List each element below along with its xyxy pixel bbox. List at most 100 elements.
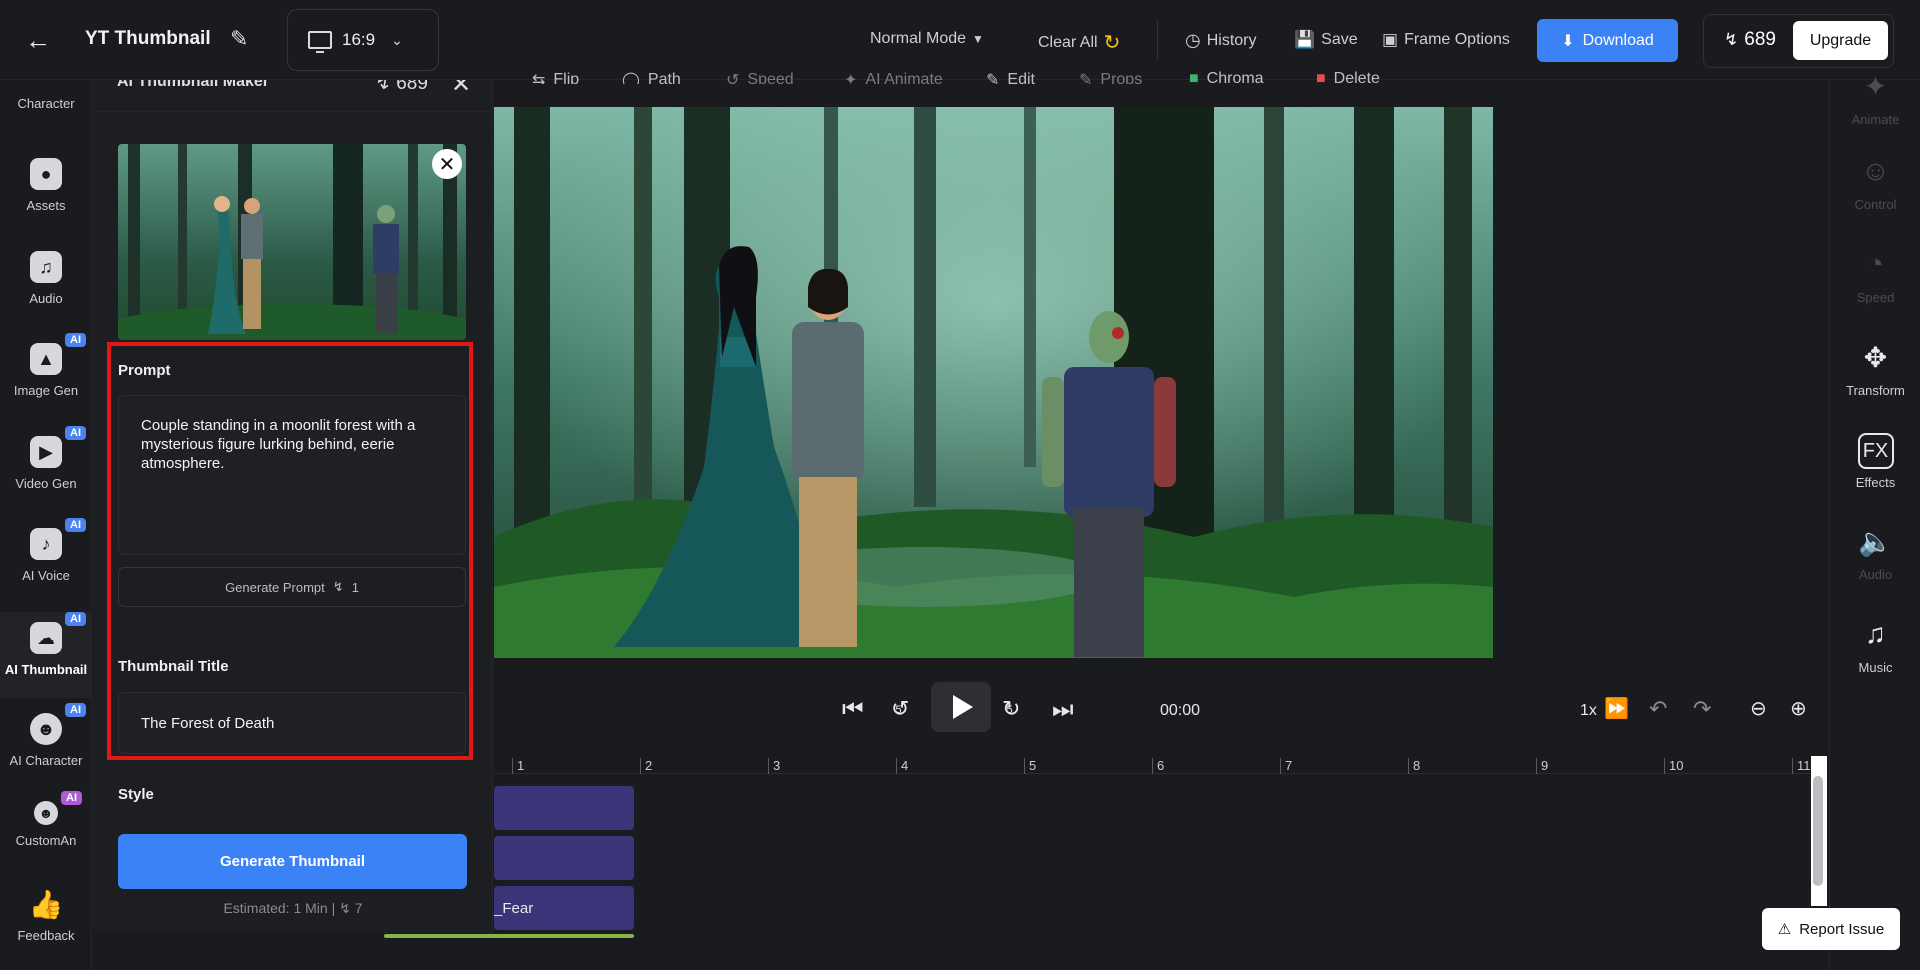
upgrade-button[interactable]: Upgrade: [1793, 21, 1888, 60]
music-icon: ♫: [1865, 618, 1886, 649]
sidebar-item-audio[interactable]: ♫ Audio: [0, 251, 92, 331]
ai-character-icon: ☻ AI: [30, 703, 86, 745]
sidebar-item-assets[interactable]: ● Assets: [0, 158, 92, 238]
sidebar-item-ai-thumbnail[interactable]: ☁ AI AI Thumbnail: [0, 612, 92, 698]
report-issue-button[interactable]: ⚠ Report Issue: [1762, 908, 1900, 950]
mode-select[interactable]: Normal Mode ▼: [870, 30, 984, 48]
timeline: 1 2 3 4 5 6 7 8 9 10 11 _Fear: [384, 752, 1829, 970]
estimate-label: Estimated: 1 Min: [223, 900, 328, 916]
ai-animate-button[interactable]: ✦ AI Animate: [844, 70, 943, 84]
save-button[interactable]: 💾 Save: [1294, 30, 1358, 50]
path-button[interactable]: ◯ Path: [622, 70, 681, 84]
music-tool[interactable]: ♫ Music: [1830, 618, 1920, 675]
style-label: Style: [118, 786, 154, 803]
edit-pencil-icon[interactable]: ✎: [230, 26, 248, 52]
playback-speed[interactable]: 1x: [1580, 702, 1597, 720]
sidebar-item-feedback[interactable]: 👍 Feedback: [0, 888, 92, 968]
delete-button[interactable]: ■ Delete: [1316, 70, 1380, 84]
divider: | ↯: [331, 900, 355, 916]
sidebar-item-ai-voice[interactable]: ♪ AI AI Voice: [0, 518, 92, 608]
sidebar-item-label: AI Thumbnail: [4, 662, 88, 677]
flip-button[interactable]: ⇆ Flip: [532, 70, 579, 84]
lightning-icon: ↯: [332, 579, 344, 594]
prompt-textarea[interactable]: Couple standing in a moonlit forest with…: [118, 395, 466, 555]
close-icon[interactable]: ✕: [451, 80, 471, 99]
clear-all-button[interactable]: Clear All ↻: [1038, 30, 1120, 55]
rewind-5-button[interactable]: ↺5: [891, 696, 909, 722]
chroma-button[interactable]: ■ Chroma: [1189, 70, 1264, 84]
assets-icon: ●: [30, 158, 62, 190]
music-note-icon: ♫: [30, 251, 62, 283]
forward-5-button[interactable]: ↻5: [1002, 696, 1020, 722]
monitor-icon: [308, 31, 332, 53]
timeline-scroll-thumb[interactable]: [1813, 776, 1823, 886]
control-tool[interactable]: ☺ Control: [1830, 155, 1920, 212]
tick-label: 5: [1024, 758, 1036, 774]
thumbnail-title-input[interactable]: [118, 692, 466, 754]
remove-preview-close-icon[interactable]: ✕: [432, 149, 462, 179]
transform-tool[interactable]: ✥ Transform: [1830, 341, 1920, 398]
generate-thumbnail-button[interactable]: Generate Thumbnail: [118, 834, 467, 889]
timeline-clip[interactable]: [494, 786, 634, 830]
zoom-out-icon[interactable]: ⊖: [1750, 696, 1767, 721]
edit-button[interactable]: ✎ Edit: [986, 70, 1035, 84]
generate-prompt-label: Generate Prompt: [225, 579, 325, 595]
undo-icon[interactable]: ↶: [1649, 696, 1667, 722]
redo-icon[interactable]: ↷: [1693, 696, 1711, 722]
alarm-icon: ⚠: [1777, 921, 1792, 938]
lightning-icon: ↯: [1724, 30, 1739, 49]
skip-to-start-icon[interactable]: ⏮: [842, 696, 864, 724]
flip-label: Flip: [553, 71, 580, 84]
delete-label: Delete: [1333, 70, 1380, 84]
sidebar-item-video-gen[interactable]: ▶ AI Video Gen: [0, 426, 92, 516]
video-gen-icon: ▶ AI: [30, 426, 86, 468]
fast-forward-icon[interactable]: ⏩: [1604, 696, 1629, 721]
control-icon: ☺: [1861, 155, 1890, 186]
clear-all-label: Clear All: [1038, 33, 1098, 51]
timeline-clip[interactable]: _Fear: [494, 886, 634, 930]
sidebar-item-image-gen[interactable]: ▲ AI Image Gen: [0, 333, 92, 423]
sidebar-item-label: Character: [17, 96, 75, 111]
frame-options-button[interactable]: ▣ Frame Options: [1382, 30, 1510, 50]
animate-icon: ✦: [1863, 71, 1888, 102]
custom-anim-icon: ☻ AI: [34, 791, 82, 825]
audio-tool[interactable]: 🔈 Audio: [1830, 525, 1920, 582]
edit-label: Edit: [1007, 71, 1035, 84]
timeline-clip-edge[interactable]: [384, 934, 634, 938]
prompt-label: Prompt: [118, 362, 171, 379]
animate-tool[interactable]: ✦ Animate: [1830, 70, 1920, 127]
timeline-clip[interactable]: [494, 836, 634, 880]
speed-tool[interactable]: ◔ Speed: [1830, 248, 1920, 305]
download-label: Download: [1582, 31, 1654, 49]
sidebar-item-customan[interactable]: ☻ AI CustomAn: [0, 791, 92, 881]
rail-label: Speed: [1856, 290, 1895, 305]
report-issue-label: Report Issue: [1799, 920, 1885, 938]
skip-to-end-icon[interactable]: ⏭: [1052, 696, 1074, 724]
credits-display: ↯ 689: [1724, 29, 1776, 51]
ai-animate-icon: ✦: [844, 72, 858, 84]
props-icon: ✎: [1079, 72, 1093, 84]
props-button[interactable]: ✎ Props: [1079, 70, 1142, 84]
zoom-in-icon[interactable]: ⊕: [1790, 696, 1807, 721]
effects-tool[interactable]: FX Effects: [1830, 433, 1920, 490]
download-button[interactable]: ⬇ Download: [1537, 19, 1678, 62]
speedometer-icon: ◔: [1867, 248, 1884, 279]
sidebar-item-ai-character[interactable]: ☻ AI AI Character: [0, 703, 92, 793]
back-arrow-icon[interactable]: ←: [22, 25, 54, 55]
project-title[interactable]: YT Thumbnail: [85, 28, 211, 50]
history-button[interactable]: ◷ History: [1185, 30, 1257, 51]
generate-prompt-button[interactable]: Generate Prompt ↯ 1: [118, 567, 466, 607]
play-button[interactable]: [931, 682, 991, 732]
forward-seconds: 5: [1006, 704, 1013, 717]
time-display: 00:00: [1160, 702, 1201, 719]
thumbnail-icon: ☁ AI: [30, 612, 86, 654]
sidebar-item-label: Image Gen: [13, 383, 79, 398]
aspect-ratio-select[interactable]: 16:9 ⌄: [287, 9, 439, 71]
thumbnail-title-label: Thumbnail Title: [118, 658, 229, 675]
sidebar-item-label: AI Character: [9, 753, 83, 768]
scene-canvas[interactable]: [494, 107, 1493, 658]
speed-button[interactable]: ↺ Speed: [726, 70, 794, 84]
sidebar-item-character[interactable]: Character: [0, 58, 92, 138]
mode-label: Normal Mode: [870, 30, 967, 47]
tick-label: 3: [768, 758, 780, 774]
